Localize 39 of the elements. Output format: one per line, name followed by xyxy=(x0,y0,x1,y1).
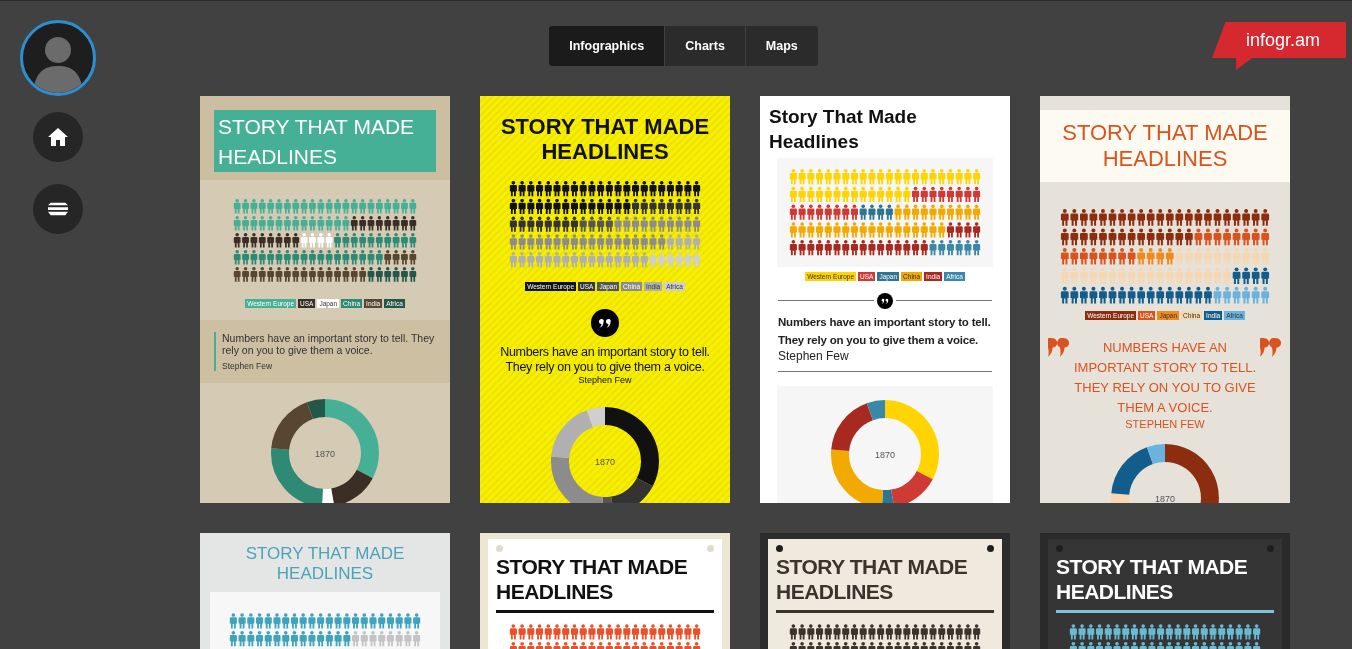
donut-label: 1870 xyxy=(315,449,335,460)
card-title: STORY THAT MADE HEADLINES xyxy=(776,554,969,604)
layers-button[interactable] xyxy=(33,184,83,234)
quote-text: Numbers have an important story to tell. They rely on you to give them a voice. xyxy=(499,344,711,375)
quote-mark-icon xyxy=(1260,338,1282,358)
quote-author: Stephen Few xyxy=(222,361,274,372)
infographic-thumbnail[interactable]: STORY THAT MADE HEADLINES xyxy=(760,533,1010,649)
quote-text: NUMBERS HAVE AN IMPORTANT STORY TO TELL. THEY RELY ON YOU TO GIVE THEM A VOICE. xyxy=(1072,339,1258,418)
quote-text: Numbers have an important story to tell. They rely on you to give them a voice. xyxy=(222,332,436,357)
home-icon xyxy=(48,128,68,146)
donut-label: 1870 xyxy=(875,449,895,460)
tab[interactable]: Maps xyxy=(744,26,818,66)
dot-icon xyxy=(987,545,994,552)
card-title: STORY THAT MADE HEADLINES xyxy=(499,113,711,164)
card-title: STORY THAT MADE HEADLINES xyxy=(1056,554,1249,604)
dot-icon xyxy=(707,545,714,552)
donut-label: 1870 xyxy=(1155,494,1175,503)
brand-logo[interactable]: infogr.am xyxy=(1212,22,1346,70)
card-title: STORY THAT MADE HEADLINES xyxy=(214,110,436,172)
dot-icon xyxy=(776,545,783,552)
quote-author: Stephen Few xyxy=(578,374,632,385)
card-title: STORY THAT MADE HEADLINES xyxy=(1061,120,1269,172)
layers-icon xyxy=(48,200,68,218)
tab[interactable]: Charts xyxy=(664,26,745,66)
quote-text: Numbers have an important story to tell. They rely on you to give them a voice. xyxy=(778,314,992,348)
dot-icon xyxy=(496,545,503,552)
infographic-thumbnail[interactable]: STORY THAT MADE HEADLINES xyxy=(1040,533,1290,649)
quote-author: STEPHEN FEW xyxy=(1125,418,1205,431)
quote-mark-icon xyxy=(1048,338,1070,358)
quote-author: Stephen Few xyxy=(778,348,992,372)
infographic-thumbnail[interactable]: STORY THAT MADE HEADLINES xyxy=(480,533,730,649)
home-button[interactable] xyxy=(33,112,83,162)
donut-label: 1870 xyxy=(595,456,615,467)
quote-icon xyxy=(591,308,619,337)
card-title: Story That Made Headlines xyxy=(768,105,918,154)
tab[interactable]: Infographics xyxy=(549,26,665,66)
card-title: STORY THAT MADE HEADLINES xyxy=(244,543,406,584)
card-title: STORY THAT MADE HEADLINES xyxy=(496,554,689,604)
quote-icon xyxy=(877,292,893,309)
